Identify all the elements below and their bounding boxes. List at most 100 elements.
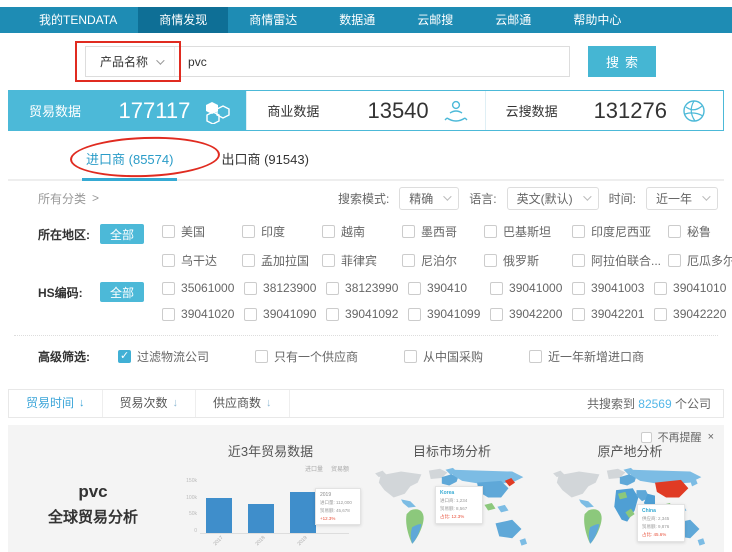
checkbox[interactable] (668, 225, 681, 238)
advanced-option-buy-from-china[interactable]: 从中国采购 (404, 348, 483, 365)
advanced-option-new-importers[interactable]: 近一年新增进口商 (529, 348, 644, 365)
region-option[interactable]: 菲律宾 (322, 252, 402, 269)
stat-label: 云搜数据 (506, 101, 558, 120)
hs-option[interactable]: 390410 (408, 281, 490, 295)
stat-cloud-search-data[interactable]: 云搜数据 131276 (486, 91, 723, 130)
checkbox[interactable] (244, 308, 257, 321)
checkbox[interactable] (402, 254, 415, 267)
meta-selects: 搜索模式: 精确 语言: 英文(默认) 时间: 近一年 (338, 187, 718, 210)
nav-item-cloud-mail[interactable]: 云邮通 (474, 7, 552, 33)
region-option[interactable]: 巴基斯坦 (484, 223, 572, 240)
region-option[interactable]: 墨西哥 (402, 223, 484, 240)
region-option[interactable]: 印度 (242, 223, 322, 240)
checkbox[interactable] (162, 282, 175, 295)
sort-supplier-count[interactable]: 供应商数 ↓ (196, 390, 290, 417)
tab-importers[interactable]: 进口商 (85574) (86, 143, 173, 179)
region-option[interactable]: 乌干达 (162, 252, 242, 269)
checkbox[interactable] (242, 225, 255, 238)
globe-icon (681, 98, 707, 124)
checkbox[interactable] (244, 282, 257, 295)
checkbox-checked[interactable] (118, 350, 131, 363)
sort-trade-count[interactable]: 贸易次数 ↓ (103, 390, 197, 417)
region-option[interactable]: 阿拉伯联合... (572, 252, 668, 269)
nav-item-cloud-mail-search[interactable]: 云邮搜 (396, 7, 474, 33)
nav-item-biz-radar[interactable]: 商情雷达 (228, 7, 318, 33)
checkbox[interactable] (654, 308, 667, 321)
region-option[interactable]: 越南 (322, 223, 402, 240)
language-select[interactable]: 英文(默认) (507, 187, 599, 210)
advanced-option-single-supplier[interactable]: 只有一个供应商 (255, 348, 358, 365)
chevron-down-icon (702, 192, 710, 200)
stat-business-data[interactable]: 商业数据 13540 (247, 91, 485, 130)
checkbox[interactable] (242, 254, 255, 267)
advanced-option-filter-logistics[interactable]: 过滤物流公司 (118, 348, 209, 365)
region-option[interactable]: 秘鲁 (668, 223, 732, 240)
checkbox[interactable] (668, 254, 681, 267)
hs-option[interactable]: 39041000 (490, 281, 572, 295)
nav-item-biz-discover[interactable]: 商情发现 (138, 7, 228, 33)
checkbox[interactable] (408, 308, 421, 321)
sort-trade-time[interactable]: 贸易时间 ↓ (9, 390, 103, 417)
checkbox[interactable] (322, 225, 335, 238)
search-input[interactable]: pvc (175, 55, 207, 69)
checkbox[interactable] (572, 225, 585, 238)
advanced-options: 过滤物流公司 只有一个供应商 从中国采购 近一年新增进口商 (118, 348, 644, 365)
nav-item-my-tendata[interactable]: 我的TENDATA (18, 7, 138, 33)
hs-option[interactable]: 39042200 (490, 307, 572, 321)
region-option[interactable]: 美国 (162, 223, 242, 240)
search-mode-select[interactable]: 精确 (399, 187, 459, 210)
stat-trade-data[interactable]: 贸易数据 177117 (9, 91, 247, 130)
checkbox[interactable] (484, 225, 497, 238)
region-option[interactable]: 印度尼西亚 (572, 223, 668, 240)
tab-exporters[interactable]: 出口商 (91543) (221, 143, 308, 179)
sort-bar: 贸易时间 ↓ 贸易次数 ↓ 供应商数 ↓ 共搜索到 82569 个公司 (8, 389, 724, 418)
checkbox[interactable] (326, 308, 339, 321)
checkbox[interactable] (490, 282, 503, 295)
checkbox[interactable] (162, 225, 175, 238)
checkbox[interactable] (572, 282, 585, 295)
hs-option[interactable]: 39041003 (572, 281, 654, 295)
checkbox[interactable] (162, 308, 175, 321)
legend-item: 贸易额 (331, 464, 349, 473)
hs-option[interactable]: 35061000 (162, 281, 244, 295)
checkbox[interactable] (255, 350, 268, 363)
checkbox[interactable] (162, 254, 175, 267)
checkbox[interactable] (529, 350, 542, 363)
checkbox[interactable] (572, 308, 585, 321)
chevron-down-icon (156, 56, 164, 64)
time-select[interactable]: 近一年 (646, 187, 718, 210)
hs-option[interactable]: 38123900 (244, 281, 326, 295)
region-option[interactable]: 厄瓜多尔 (668, 252, 732, 269)
checkbox[interactable] (641, 432, 652, 443)
region-all-button[interactable]: 全部 (100, 224, 144, 244)
close-icon[interactable]: × (708, 431, 714, 443)
region-option[interactable]: 尼泊尔 (402, 252, 484, 269)
hs-option[interactable]: 39041090 (244, 307, 326, 321)
hs-option[interactable]: 39041010 (654, 281, 732, 295)
checkbox[interactable] (484, 254, 497, 267)
region-option[interactable]: 孟加拉国 (242, 252, 322, 269)
nav-item-data-link[interactable]: 数据通 (318, 7, 396, 33)
checkbox[interactable] (404, 350, 417, 363)
all-categories-link[interactable]: 所有分类 > (38, 190, 99, 207)
checkbox[interactable] (572, 254, 585, 267)
search-category-select[interactable]: 产品名称 (86, 47, 175, 76)
dismiss-control[interactable]: 不再提醒 × (641, 429, 714, 445)
checkbox[interactable] (654, 282, 667, 295)
search-button[interactable]: 搜索 (588, 46, 656, 77)
checkbox[interactable] (326, 282, 339, 295)
hs-option[interactable]: 39042201 (572, 307, 654, 321)
checkbox[interactable] (490, 308, 503, 321)
checkbox[interactable] (322, 254, 335, 267)
hs-all-button[interactable]: 全部 (100, 282, 144, 302)
region-option[interactable]: 俄罗斯 (484, 252, 572, 269)
hs-option[interactable]: 38123990 (326, 281, 408, 295)
hs-option[interactable]: 39042220 (654, 307, 732, 321)
hs-option[interactable]: 39041099 (408, 307, 490, 321)
nav-item-help-center[interactable]: 帮助中心 (552, 7, 642, 33)
hs-option[interactable]: 39041092 (326, 307, 408, 321)
checkbox[interactable] (408, 282, 421, 295)
bar: 2019 (290, 478, 316, 533)
checkbox[interactable] (402, 225, 415, 238)
hs-option[interactable]: 39041020 (162, 307, 244, 321)
